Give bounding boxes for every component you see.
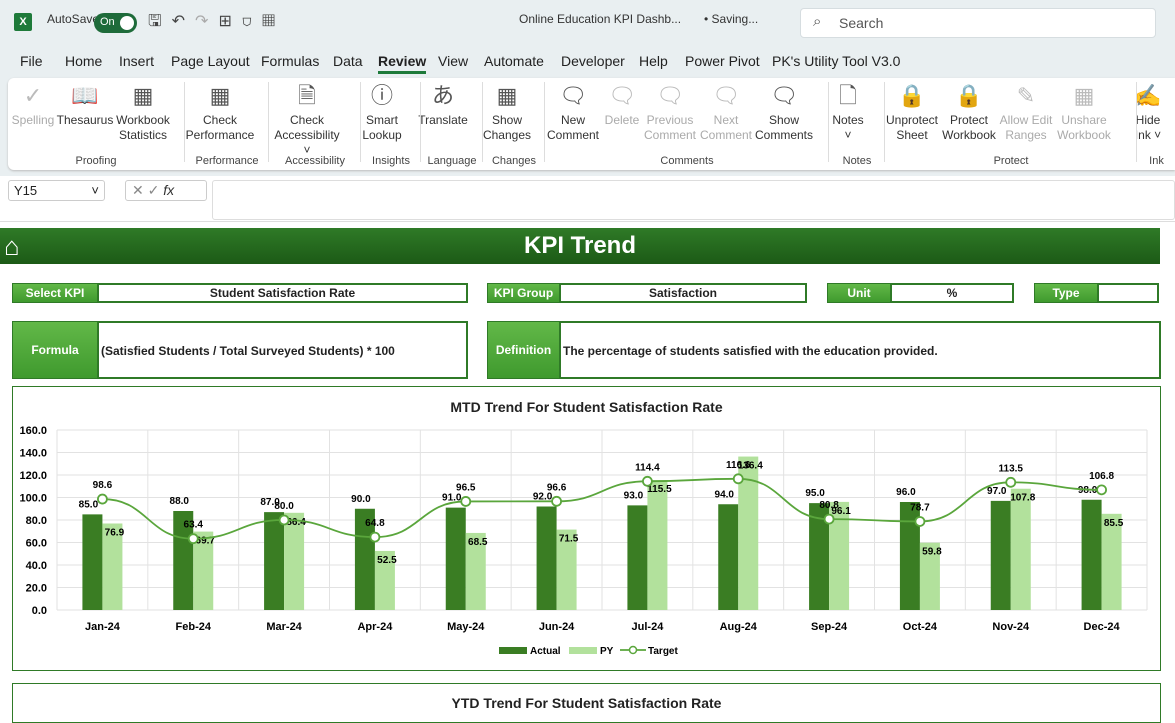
y-tick-label: 80.0 <box>26 515 47 527</box>
ytd-chart-title: YTD Trend For Student Satisfaction Rate <box>451 695 722 711</box>
actual-data-label: 95.0 <box>805 488 825 499</box>
y-tick-label: 60.0 <box>26 538 47 550</box>
target-point <box>732 473 744 485</box>
legend-py-label: PY <box>600 646 614 657</box>
actual-bar <box>1081 499 1102 610</box>
py-data-label: 115.5 <box>647 484 672 495</box>
target-data-label: 96.5 <box>456 482 476 493</box>
legend-py-swatch <box>569 647 597 654</box>
target-point <box>460 496 472 507</box>
x-tick-label: Dec-24 <box>1084 621 1121 633</box>
target-data-label: 78.7 <box>910 502 930 513</box>
x-tick-label: May-24 <box>447 621 485 633</box>
target-data-label: 116.6 <box>726 460 751 471</box>
y-tick-label: 160.0 <box>19 425 47 437</box>
x-tick-label: Apr-24 <box>357 621 393 633</box>
py-bar <box>1010 488 1031 610</box>
target-point <box>551 495 562 507</box>
y-tick-label: 0.0 <box>32 605 47 617</box>
actual-bar <box>990 500 1011 610</box>
y-tick-label: 120.0 <box>19 470 47 482</box>
x-tick-label: Sep-24 <box>811 621 848 633</box>
actual-bar <box>536 506 557 610</box>
target-point <box>823 513 835 525</box>
y-tick-label: 140.0 <box>19 448 47 460</box>
x-tick-label: Mar-24 <box>266 621 302 633</box>
legend-actual-swatch <box>499 647 527 654</box>
x-tick-label: Aug-24 <box>720 621 758 633</box>
target-point <box>1096 484 1107 496</box>
target-point <box>97 493 108 505</box>
target-point <box>369 531 381 543</box>
target-data-label: 64.8 <box>365 518 385 529</box>
ytd-chart-card: YTD Trend For Student Satisfaction Rate <box>12 683 1161 723</box>
target-data-label: 106.8 <box>1089 471 1114 482</box>
target-data-label: 96.6 <box>547 482 567 493</box>
target-data-label: 114.4 <box>635 462 660 473</box>
target-point <box>914 516 926 527</box>
x-tick-label: Nov-24 <box>992 621 1030 633</box>
legend-target-marker <box>628 645 638 655</box>
legend-actual-label: Actual <box>530 646 561 657</box>
actual-bar <box>82 514 103 610</box>
target-data-label: 63.4 <box>184 520 204 531</box>
py-data-label: 52.5 <box>377 555 397 566</box>
actual-data-label: 85.0 <box>79 499 99 510</box>
py-bar <box>647 480 668 610</box>
target-data-label: 113.5 <box>999 463 1024 474</box>
py-data-label: 107.8 <box>1010 493 1035 504</box>
target-point <box>642 475 653 487</box>
target-point <box>1005 476 1017 488</box>
target-data-label: 80.0 <box>274 501 294 512</box>
target-data-label: 80.8 <box>819 500 839 511</box>
actual-data-label: 97.0 <box>987 486 1007 497</box>
legend-target-label: Target <box>648 646 678 657</box>
py-data-label: 68.5 <box>468 537 488 548</box>
actual-bar <box>445 507 466 610</box>
actual-data-label: 93.0 <box>624 490 644 501</box>
py-data-label: 76.9 <box>105 527 125 538</box>
x-tick-label: Feb-24 <box>176 621 212 633</box>
actual-data-label: 90.0 <box>351 494 371 505</box>
y-tick-label: 100.0 <box>19 493 47 505</box>
actual-bar <box>718 504 739 610</box>
target-point <box>278 514 290 526</box>
mtd-trend-chart: 0.0 20.0 40.0 60.0 80.0 100.0 120.0 140.0 160.0 8… <box>19 425 1148 657</box>
actual-data-label: 94.0 <box>715 489 735 500</box>
py-data-label: 86.4 <box>286 517 306 528</box>
target-data-label: 98.6 <box>93 480 113 491</box>
actual-data-label: 88.0 <box>170 496 190 507</box>
actual-bar <box>627 505 648 610</box>
x-tick-label: Jul-24 <box>632 621 665 633</box>
py-data-label: 59.8 <box>922 547 942 558</box>
actual-data-label: 96.0 <box>896 487 916 498</box>
y-tick-label: 40.0 <box>26 560 47 572</box>
x-tick-label: Jun-24 <box>539 621 575 633</box>
actual-bar <box>264 512 285 610</box>
target-point <box>187 533 199 545</box>
x-tick-label: Oct-24 <box>903 621 938 633</box>
y-tick-label: 20.0 <box>26 583 47 595</box>
x-tick-label: Jan-24 <box>85 621 121 633</box>
py-data-label: 85.5 <box>1104 518 1124 529</box>
py-data-label: 71.5 <box>559 534 579 545</box>
